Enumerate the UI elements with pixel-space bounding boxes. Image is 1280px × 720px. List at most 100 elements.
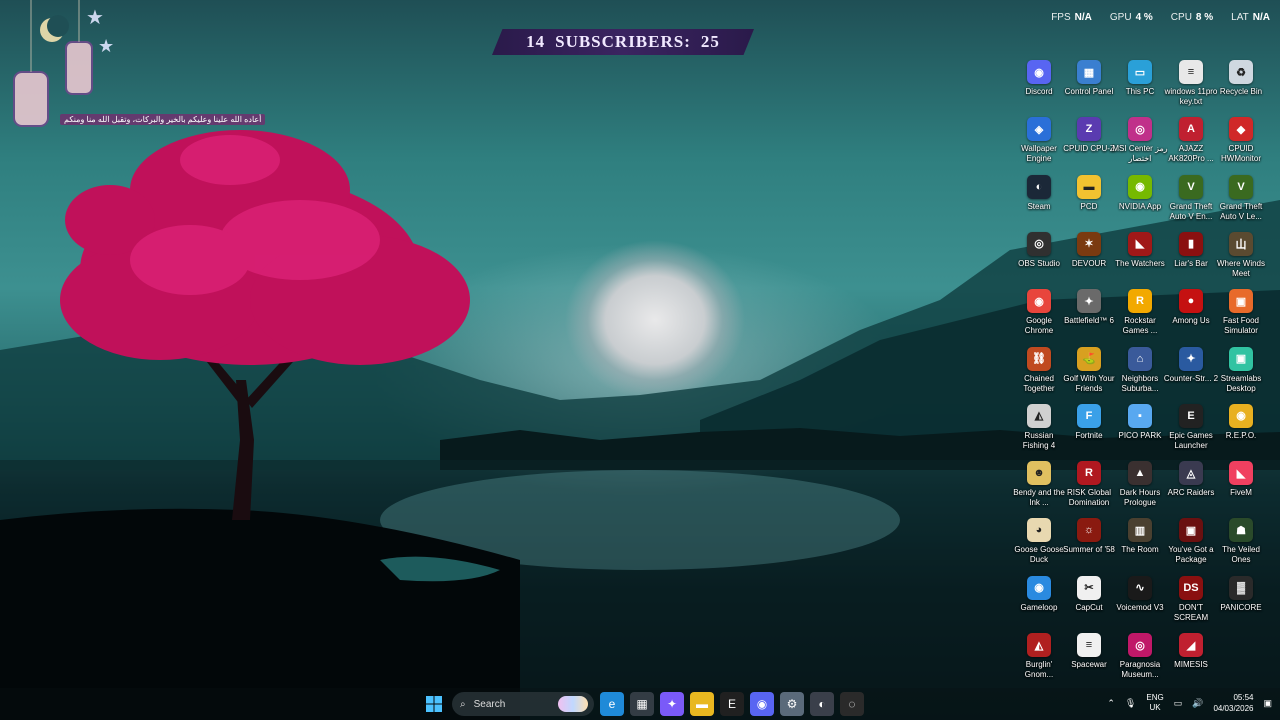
desktop-shortcut[interactable]: DS DON'T SCREAM	[1165, 575, 1217, 632]
desktop-shortcut[interactable]: ◎ Paragnosia Museum...	[1114, 633, 1166, 689]
taskbar: ⌕ Search e ▦ ✦ ▬ E ◉ ⚙ ◐ ◌ ⌃ 🎙 ENG UK ▭ 🔊 05:54 …	[0, 688, 1280, 720]
desktop-shortcut[interactable]: ≡ windows 11pro key.txt	[1165, 60, 1217, 116]
stat-lat: LAT N/A	[1231, 12, 1270, 23]
desktop-shortcut[interactable]: R Rockstar Games ...	[1114, 289, 1166, 345]
desktop-shortcut[interactable]: ▣ You've Got a Package	[1165, 518, 1217, 574]
stat-value: 8 %	[1195, 12, 1214, 23]
desktop-shortcut-label: Summer of '58	[1063, 545, 1115, 555]
desktop-shortcut[interactable]: ▓ PANICORE	[1215, 575, 1267, 632]
notification-icon[interactable]: ▣	[1263, 698, 1272, 709]
where-winds-meet-icon: 山	[1229, 231, 1253, 256]
desktop-shortcut-label: FiveM	[1230, 488, 1252, 498]
clock-time: 05:54	[1233, 693, 1254, 702]
desktop-shortcut[interactable]: E Epic Games Launcher	[1165, 403, 1217, 460]
desktop-shortcut[interactable]: ✶ DEVOUR	[1063, 231, 1115, 288]
subscriber-label: SUBSCRIBERS:	[555, 32, 691, 51]
desktop-shortcut[interactable]: ▥ The Room	[1114, 518, 1166, 574]
stat-gpu: GPU 4 %	[1110, 12, 1153, 23]
desktop-shortcut[interactable]: ▪ PICO PARK	[1114, 403, 1166, 460]
store-icon[interactable]: ▦	[630, 692, 654, 716]
desktop-shortcut[interactable]: ▦ Control Panel	[1063, 60, 1115, 116]
desktop-shortcut[interactable]: ▮ Liar's Bar	[1165, 231, 1217, 288]
desktop-shortcut[interactable]: ☼ Summer of '58	[1063, 518, 1115, 574]
microphone-icon[interactable]: 🎙	[1125, 698, 1136, 709]
desktop-shortcut[interactable]: ◆ CPUID HWMonitor	[1215, 117, 1267, 173]
taskbar-apps: e ▦ ✦ ▬ E ◉ ⚙ ◐ ◌	[600, 692, 864, 716]
desktop-shortcut[interactable]: ✂ CapCut	[1063, 575, 1115, 632]
desktop-shortcut[interactable]: Z CPUID CPU-Z	[1063, 117, 1115, 173]
desktop-shortcut[interactable]: ◕ Goose Goose Duck	[1013, 518, 1065, 574]
desktop-shortcut[interactable]: 山 Where Winds Meet	[1215, 231, 1267, 288]
taskbar-search[interactable]: ⌕ Search	[452, 692, 594, 716]
desktop-shortcut[interactable]: ▲ Dark Hours Prologue	[1114, 461, 1166, 517]
desktop-shortcut-label: Epic Games Launcher	[1169, 430, 1213, 450]
neighbors-icon: ⌂	[1128, 346, 1152, 371]
desktop-shortcut-label: Voicemod V3	[1116, 602, 1164, 612]
desktop-shortcut[interactable]: ◉ Gameloop	[1013, 575, 1065, 632]
desktop-shortcut[interactable]: ◬ ARC Raiders	[1165, 461, 1217, 517]
desktop-shortcut[interactable]: ◐ Steam	[1013, 174, 1065, 231]
settings-icon[interactable]: ⚙	[780, 692, 804, 716]
language-indicator[interactable]: ENG UK	[1146, 693, 1163, 713]
show-hidden-icons-icon[interactable]: ⌃	[1107, 698, 1115, 709]
edge-icon[interactable]: e	[600, 692, 624, 716]
desktop-shortcut[interactable]: ◉ NVIDIA App	[1114, 174, 1166, 231]
desktop-shortcut[interactable]: V Grand Theft Auto V En...	[1165, 174, 1217, 231]
stat-key: FPS	[1051, 12, 1071, 23]
burglin-gnomes-icon: ◭	[1027, 633, 1051, 657]
clock[interactable]: 05:54 04/03/2026	[1213, 692, 1253, 714]
desktop-shortcut[interactable]: ✦ Battlefield™ 6	[1063, 289, 1115, 345]
copilot-icon[interactable]: ✦	[660, 692, 684, 716]
desktop-shortcut[interactable]: ⌂ Neighbors Suburba...	[1114, 346, 1166, 403]
desktop-shortcut[interactable]: ✦ Counter-Str... 2	[1164, 346, 1218, 403]
desktop-shortcut[interactable]: ▣ Streamlabs Desktop	[1215, 346, 1267, 403]
desktop-shortcut[interactable]: ♻ Recycle Bin	[1215, 60, 1267, 116]
desktop-shortcut[interactable]: R RISK Global Domination	[1063, 461, 1115, 517]
desktop-shortcut[interactable]: ◎ MSI Center رمز اختصار	[1112, 117, 1168, 173]
epic-games-icon: E	[1179, 403, 1203, 428]
desktop-shortcut[interactable]: ☻ Bendy and the Ink ...	[1013, 461, 1065, 517]
desktop-shortcut-label: CPUID HWMonitor	[1220, 144, 1261, 164]
steam-taskbar-icon[interactable]: ◐	[810, 692, 834, 716]
nvidia-icon: ◉	[1128, 174, 1152, 199]
desktop-shortcut[interactable]: ≡ Spacewar	[1063, 633, 1115, 689]
desktop-shortcut[interactable]: ◉ R.E.P.O.	[1215, 403, 1267, 460]
desktop-shortcut[interactable]: ◈ Wallpaper Engine	[1013, 117, 1065, 173]
stat-value: 4 %	[1135, 12, 1153, 23]
desktop-shortcut[interactable]: ◭ Russian Fishing 4	[1013, 403, 1065, 460]
desktop-shortcut[interactable]: ◉ Discord	[1013, 60, 1065, 116]
liars-bar-icon: ▮	[1179, 231, 1203, 256]
subscriber-counter: 14 SUBSCRIBERS: 25	[492, 29, 754, 55]
stat-key: LAT	[1231, 12, 1249, 23]
discord-taskbar-icon[interactable]: ◉	[750, 692, 774, 716]
desktop-shortcut[interactable]: ⛓ Chained Together	[1013, 346, 1065, 403]
volume-icon[interactable]: 🔊	[1192, 698, 1203, 709]
desktop-shortcut[interactable]: ◣ FiveM	[1215, 461, 1267, 517]
desktop-shortcut[interactable]: F Fortnite	[1063, 403, 1115, 460]
desktop-shortcut[interactable]: ◣ The Watchers	[1114, 231, 1166, 288]
desktop-shortcut-label: Battlefield™ 6	[1064, 316, 1114, 326]
desktop-shortcut[interactable]: ∿ Voicemod V3	[1114, 575, 1166, 632]
recorder-icon[interactable]: ◌	[840, 692, 864, 716]
veiled-ones-icon: ☗	[1229, 518, 1253, 543]
desktop-shortcut[interactable]: ◢ MIMESIS	[1165, 633, 1217, 689]
desktop-shortcut[interactable]: ● Among Us	[1165, 289, 1217, 345]
desktop-shortcut[interactable]: A AJAZZ AK820Pro ...	[1165, 117, 1217, 173]
recycle-bin-icon: ♻	[1229, 60, 1253, 84]
start-button[interactable]	[422, 692, 446, 716]
desktop-shortcut[interactable]: ◉ Google Chrome	[1013, 289, 1065, 345]
desktop-shortcut[interactable]: ☗ The Veiled Ones	[1215, 518, 1267, 574]
desktop-shortcut[interactable]: ◎ OBS Studio	[1013, 231, 1065, 288]
desktop-shortcut[interactable]: V Grand Theft Auto V Le...	[1215, 174, 1267, 231]
desktop-shortcut[interactable]: ▬ PCD	[1063, 174, 1115, 231]
epic-games-taskbar-icon[interactable]: E	[720, 692, 744, 716]
desktop-shortcut[interactable]: ▣ Fast Food Simulator	[1215, 289, 1267, 345]
network-icon[interactable]: ▭	[1174, 698, 1183, 709]
streamlabs-icon: ▣	[1229, 346, 1253, 371]
desktop-shortcut[interactable]: ⛳ Golf With Your Friends	[1063, 346, 1115, 403]
file-explorer-icon[interactable]: ▬	[690, 692, 714, 716]
desktop-shortcut[interactable]: ▭ This PC	[1114, 60, 1166, 116]
desktop-shortcut[interactable]: ◭ Burglin' Gnom...	[1013, 633, 1065, 689]
windows-logo-icon	[426, 696, 442, 712]
desktop-shortcut-label: windows 11pro key.txt	[1164, 87, 1218, 106]
